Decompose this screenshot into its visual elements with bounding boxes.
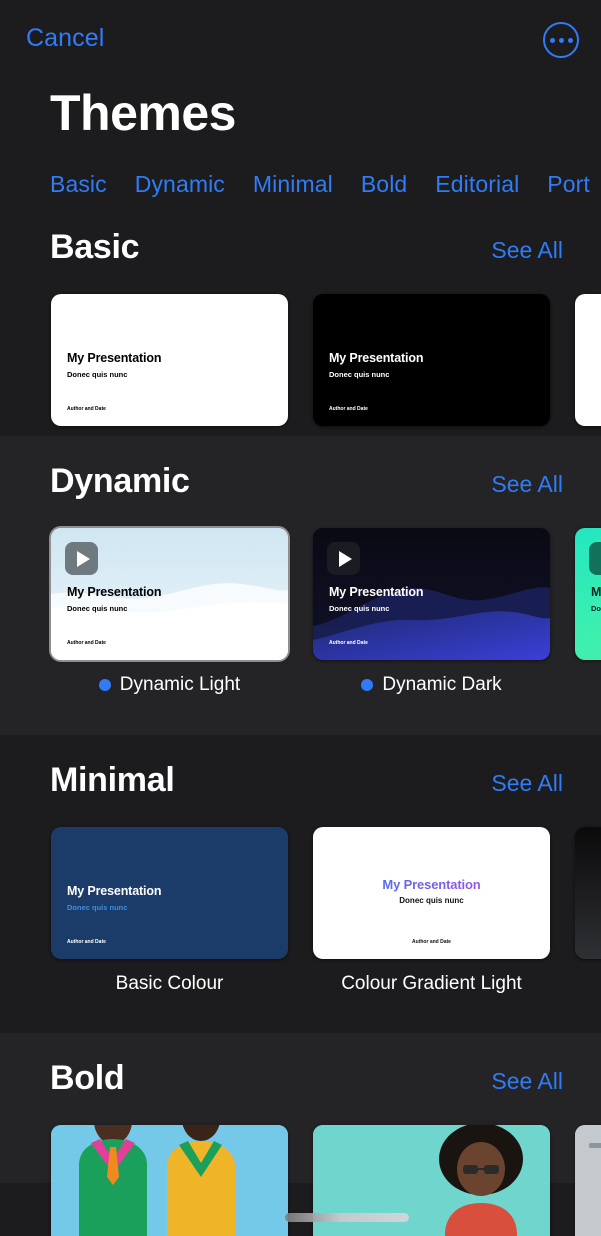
- tab-editorial[interactable]: Editorial: [435, 171, 519, 198]
- section-basic: Basic See All My Presentation Donec quis…: [0, 202, 601, 436]
- ellipsis-circle-icon[interactable]: [543, 22, 579, 58]
- theme-thumbnail-partial[interactable]: [575, 1125, 601, 1236]
- theme-caption: Basic Colour: [51, 973, 288, 995]
- section-header: Minimal See All: [0, 735, 601, 800]
- section-minimal: Minimal See All My Presentation Donec qu…: [0, 735, 601, 1033]
- theme-cell[interactable]: My Presentation Donec quis nunc Author a…: [313, 528, 550, 696]
- see-all-basic-button[interactable]: See All: [491, 237, 563, 264]
- slide-subtitle: Donec quis nunc: [67, 370, 127, 379]
- ellipsis-dot: [550, 38, 555, 43]
- slide-footer: Author and Date: [329, 406, 368, 412]
- theme-thumbnail-basic-colour[interactable]: My Presentation Donec quis nunc Author a…: [51, 827, 288, 959]
- theme-thumbnail-basic-white[interactable]: My Presentation Donec quis nunc Author a…: [51, 294, 288, 426]
- ellipsis-dot: [559, 38, 564, 43]
- slide-subtitle: Donec quis nunc: [313, 896, 550, 905]
- slide-subtitle: Donec quis nunc: [67, 903, 127, 912]
- section-title: Minimal: [50, 761, 174, 800]
- theme-caption: Dynamic Dark: [313, 674, 550, 696]
- slide-subtitle: Donec quis nunc: [591, 604, 601, 613]
- play-icon: [327, 542, 360, 575]
- themes-picker-screen: Cancel Themes Basic Dynamic Minimal Bold…: [0, 0, 601, 1236]
- theme-caption: Colour Gradient Light: [313, 973, 550, 995]
- play-icon: [65, 542, 98, 575]
- theme-name: Dynamic Dark: [382, 674, 501, 696]
- play-triangle: [77, 551, 90, 567]
- see-all-dynamic-button[interactable]: See All: [491, 471, 563, 498]
- tab-dynamic[interactable]: Dynamic: [135, 171, 225, 198]
- theme-row-dynamic[interactable]: My Presentation Donec quis nunc Author a…: [0, 501, 601, 696]
- theme-row-minimal[interactable]: My Presentation Donec quis nunc Author a…: [0, 800, 601, 995]
- top-bar: Cancel: [0, 0, 601, 78]
- page-title: Themes: [0, 88, 601, 138]
- slide-title: My Presentation: [67, 351, 161, 365]
- slide-footer: Author and Date: [67, 406, 106, 412]
- tab-bold[interactable]: Bold: [361, 171, 407, 198]
- theme-thumbnail-dynamic-dark[interactable]: My Presentation Donec quis nunc Author a…: [313, 528, 550, 660]
- theme-thumbnail-dynamic-light[interactable]: My Presentation Donec quis nunc Author a…: [51, 528, 288, 660]
- section-bold: Bold See All: [0, 1033, 601, 1183]
- theme-thumbnail-partial[interactable]: My Presentation Donec quis nunc: [575, 528, 601, 660]
- see-all-minimal-button[interactable]: See All: [491, 770, 563, 797]
- theme-thumbnail-bold-photo-one[interactable]: [51, 1125, 288, 1236]
- slide-title: My Presentation: [329, 351, 423, 365]
- slide-title: My Presentation: [67, 884, 161, 898]
- slide-footer: Author and Date: [67, 640, 106, 646]
- play-icon: [589, 542, 601, 575]
- slide-title: My Presentation: [313, 877, 550, 892]
- section-header: Dynamic See All: [0, 436, 601, 501]
- slide-footer: Author and Date: [67, 939, 106, 945]
- theme-thumbnail-basic-black[interactable]: My Presentation Donec quis nunc Author a…: [313, 294, 550, 426]
- theme-name: Colour Gradient Light: [341, 973, 522, 995]
- section-dynamic: Dynamic See All: [0, 436, 601, 735]
- photo-figures-graphic: [51, 1125, 288, 1236]
- ellipsis-dot: [568, 38, 573, 43]
- theme-cell[interactable]: My Presentation Donec quis nunc Author a…: [51, 827, 288, 995]
- slide-footer: Author and Date: [313, 939, 550, 945]
- slide-subtitle: Donec quis nunc: [329, 370, 389, 379]
- theme-cell[interactable]: [575, 827, 601, 995]
- section-title: Bold: [50, 1059, 124, 1098]
- section-title: Basic: [50, 228, 139, 267]
- theme-name: Dynamic Light: [120, 674, 240, 696]
- section-title: Dynamic: [50, 462, 190, 501]
- tab-minimal[interactable]: Minimal: [253, 171, 333, 198]
- section-header: Bold See All: [0, 1033, 601, 1098]
- theme-cell[interactable]: [575, 1125, 601, 1236]
- theme-cell[interactable]: My Presentation Donec quis nunc Author a…: [51, 528, 288, 696]
- slide-subtitle: Donec quis nunc: [329, 604, 389, 613]
- theme-row-basic[interactable]: My Presentation Donec quis nunc Author a…: [0, 267, 601, 462]
- theme-thumbnail-colour-gradient-light[interactable]: My Presentation Donec quis nunc Author a…: [313, 827, 550, 959]
- theme-cell[interactable]: My Presentation Donec quis nunc: [575, 528, 601, 696]
- tab-portfolio[interactable]: Port: [547, 171, 590, 198]
- slide-title: My Presentation: [591, 585, 601, 599]
- tab-basic[interactable]: Basic: [50, 171, 107, 198]
- status-dot: [99, 679, 111, 691]
- theme-thumbnail-partial[interactable]: [575, 827, 601, 959]
- play-triangle: [339, 551, 352, 567]
- slide-title: My Presentation: [329, 585, 423, 599]
- status-dot: [361, 679, 373, 691]
- slide-title: My Presentation: [67, 585, 161, 599]
- slide-footer: Author and Date: [329, 640, 368, 646]
- theme-cell[interactable]: My Presentation Donec quis nunc Author a…: [313, 827, 550, 995]
- cancel-button[interactable]: Cancel: [26, 24, 104, 53]
- section-header: Basic See All: [0, 202, 601, 267]
- horizontal-scrollbar[interactable]: [285, 1213, 409, 1222]
- slide-subtitle: Donec quis nunc: [67, 604, 127, 613]
- theme-cell[interactable]: [51, 1125, 288, 1236]
- photo-partial-graphic: [575, 1125, 601, 1236]
- see-all-bold-button[interactable]: See All: [491, 1068, 563, 1095]
- theme-thumbnail-partial[interactable]: [575, 294, 601, 426]
- category-tab-bar[interactable]: Basic Dynamic Minimal Bold Editorial Por…: [0, 138, 601, 202]
- theme-name: Basic Colour: [116, 973, 224, 995]
- theme-caption: Dynamic Light: [51, 674, 288, 696]
